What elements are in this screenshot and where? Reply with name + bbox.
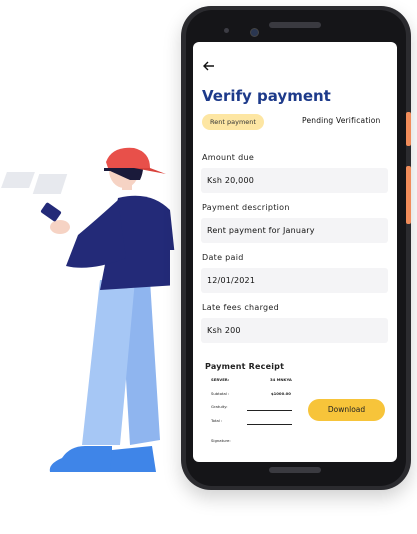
phone-sensor bbox=[224, 28, 229, 33]
phone-side-button bbox=[406, 112, 411, 146]
status-text: Pending Verification bbox=[302, 116, 381, 125]
receipt-server-value: 34 MNKYA bbox=[270, 377, 292, 382]
payment-description-field[interactable]: Rent payment for January bbox=[201, 218, 388, 243]
phone-speaker bbox=[269, 22, 321, 28]
amount-due-field[interactable]: Ksh 20,000 bbox=[201, 168, 388, 193]
phone-volume-button bbox=[406, 166, 411, 224]
payment-description-value: Rent payment for January bbox=[207, 226, 315, 235]
person-illustration bbox=[40, 147, 200, 472]
back-button[interactable] bbox=[203, 60, 215, 75]
late-fees-label: Late fees charged bbox=[202, 303, 280, 312]
phone-camera bbox=[250, 28, 259, 37]
receipt-total-label: Total : bbox=[211, 418, 223, 423]
date-paid-field[interactable]: 12/01/2021 bbox=[201, 268, 388, 293]
late-fees-field[interactable]: Ksh 200 bbox=[201, 318, 388, 343]
amount-due-value: Ksh 20,000 bbox=[207, 176, 255, 185]
receipt-title: Payment Receipt bbox=[205, 362, 285, 371]
receipt-subtotal-label: Subtotal : bbox=[211, 391, 230, 396]
payment-description-label: Payment description bbox=[202, 203, 290, 212]
page-title: Verify payment bbox=[202, 87, 331, 105]
arrow-left-icon bbox=[203, 61, 214, 71]
late-fees-value: Ksh 200 bbox=[207, 326, 241, 335]
receipt-subtotal-value: $1000.00 bbox=[271, 391, 291, 396]
payment-type-badge: Rent payment bbox=[202, 114, 264, 130]
date-paid-label: Date paid bbox=[202, 253, 244, 262]
receipt-total-line bbox=[247, 424, 292, 425]
receipt-image[interactable]: SERVER: 34 MNKYA Subtotal : $1000.00 Gra… bbox=[207, 376, 297, 450]
date-paid-value: 12/01/2021 bbox=[207, 276, 256, 285]
receipt-server-label: SERVER: bbox=[211, 377, 230, 382]
receipt-gratuity-label: Gratuity: bbox=[211, 404, 228, 409]
receipt-signature-label: Signature: bbox=[211, 438, 231, 443]
download-button[interactable]: Download bbox=[308, 399, 385, 421]
amount-due-label: Amount due bbox=[202, 153, 255, 162]
phone-speaker-bottom bbox=[269, 467, 321, 473]
receipt-gratuity-line bbox=[247, 410, 292, 411]
